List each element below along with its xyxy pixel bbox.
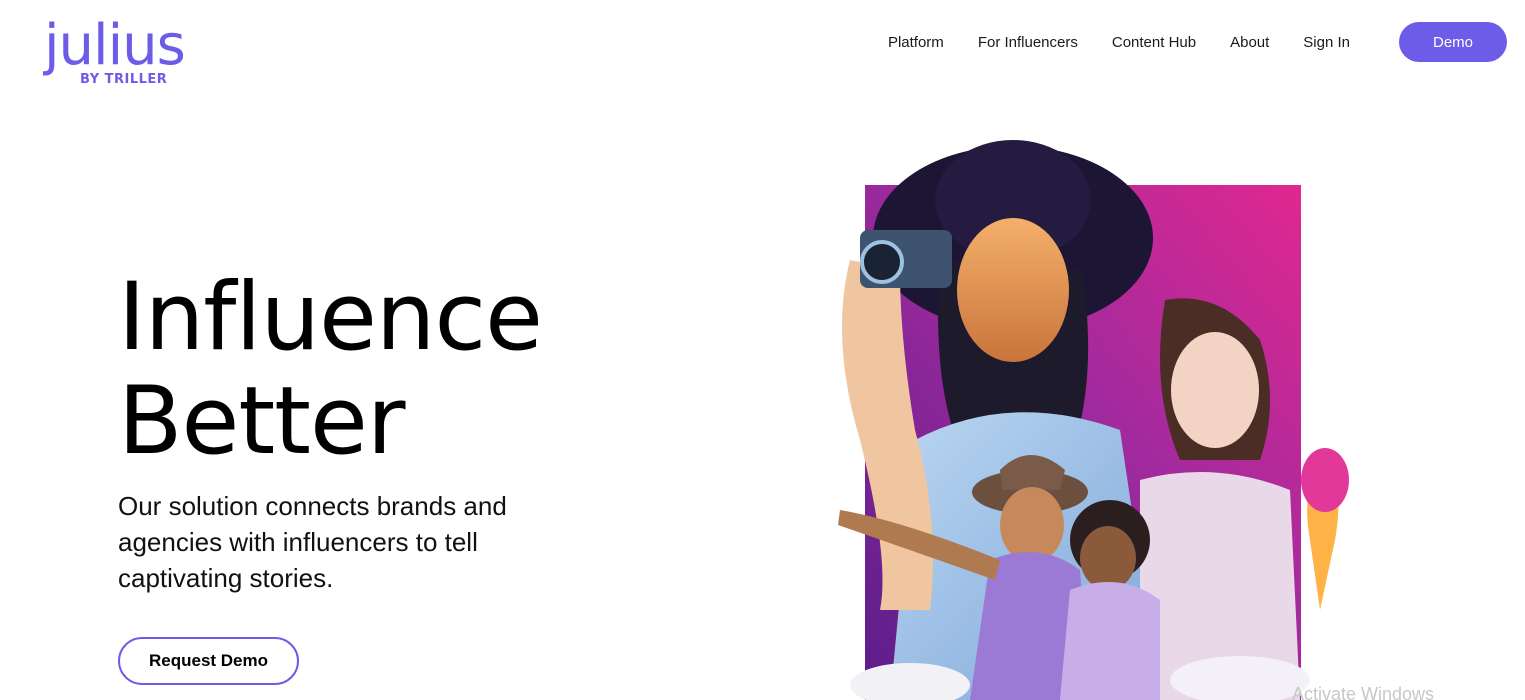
demo-button[interactable]: Demo: [1399, 22, 1507, 62]
logo-wordmark: julius: [44, 13, 186, 78]
nav-sign-in[interactable]: Sign In: [1303, 34, 1350, 51]
julius-logo[interactable]: julius BY TRILLER: [44, 18, 214, 90]
hero-subtitle: Our solution connects brands and agencie…: [118, 491, 507, 593]
request-demo-button[interactable]: Request Demo: [118, 637, 299, 685]
hero-title-line-1: Influence: [118, 263, 543, 372]
nav-for-influencers[interactable]: For Influencers: [978, 34, 1078, 51]
activate-windows-watermark: Activate Windows: [1292, 684, 1435, 700]
hero-illustration: [820, 140, 1380, 700]
nav-about[interactable]: About: [1230, 34, 1269, 51]
main-nav: Platform For Influencers Content Hub Abo…: [888, 22, 1507, 62]
hero-title-line-2: Better: [118, 367, 406, 476]
logo-byline: BY TRILLER: [80, 72, 168, 87]
nav-platform[interactable]: Platform: [888, 34, 944, 51]
hero-title: Influence Better: [118, 263, 543, 476]
nav-content-hub[interactable]: Content Hub: [1112, 34, 1196, 51]
influencer-collage-image: [838, 140, 1349, 700]
